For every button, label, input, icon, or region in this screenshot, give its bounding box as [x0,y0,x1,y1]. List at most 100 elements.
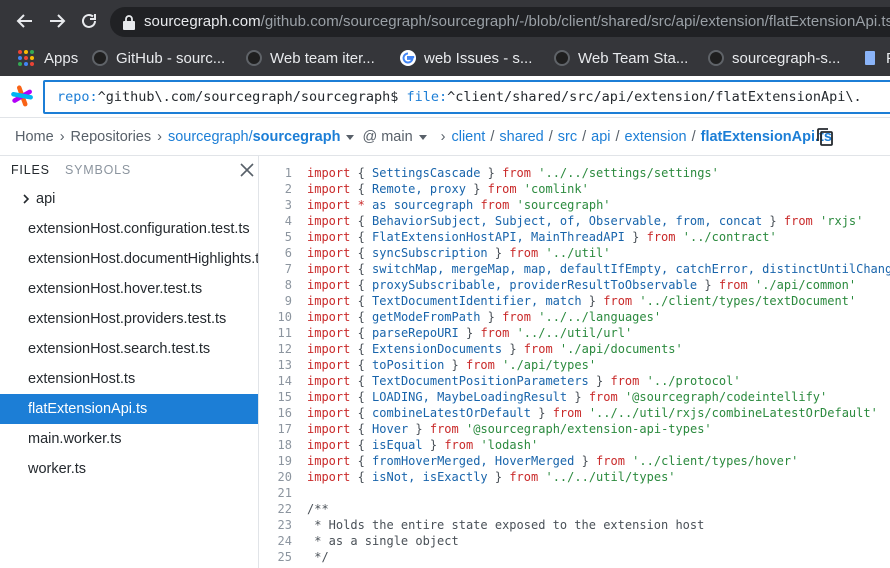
path-segment-shared[interactable]: shared [499,129,543,145]
line-number[interactable]: 13 [260,357,292,373]
sourcegraph-logo-icon[interactable] [10,84,34,108]
bookmark-p[interactable]: P [862,46,890,70]
code-token: import [307,374,351,388]
path-slash: / [582,129,587,145]
line-number[interactable]: 5 [260,229,292,245]
tree-file[interactable]: extensionHost.search.test.ts [0,334,258,364]
breadcrumb-separator-icon: › [440,129,446,145]
tree-file[interactable]: worker.ts [0,454,258,484]
code-line: 12 import { ExtensionDocuments } from './… [260,341,890,357]
repo-dropdown-caret-icon[interactable] [346,134,355,140]
line-number[interactable]: 2 [260,181,292,197]
line-number[interactable]: 8 [260,277,292,293]
back-arrow-icon[interactable] [15,11,35,31]
copy-path-icon[interactable] [816,127,834,147]
code-token: { [350,230,373,244]
code-line: 1 import { SettingsCascade } from '../../… [260,165,890,181]
line-number[interactable]: 9 [260,293,292,309]
tree-file[interactable]: extensionHost.hover.test.ts [0,274,258,304]
line-number[interactable]: 6 [260,245,292,261]
tab-files[interactable]: FILES [11,163,50,177]
tree-file[interactable]: flatExtensionApi.ts [0,394,258,424]
code-line: 7 import { switchMap, mergeMap, map, defa… [260,261,890,277]
tree-item-label: extensionHost.hover.test.ts [28,281,203,297]
line-number[interactable]: 21 [260,485,292,501]
tree-file[interactable]: main.worker.ts [0,424,258,454]
breadcrumb-file[interactable]: flatExtensionApi.ts [701,129,832,145]
path-segment-src[interactable]: src [558,129,577,145]
code-token: from [552,406,582,420]
code-token: from [502,166,532,180]
code-token: from [588,390,618,404]
line-number[interactable]: 23 [260,517,292,533]
code-text: import { FlatExtensionHostAPI, MainThrea… [307,229,777,245]
line-number[interactable]: 15 [260,389,292,405]
line-number[interactable]: 14 [260,373,292,389]
path-segment-api[interactable]: api [591,129,610,145]
code-token: } [588,374,611,388]
tree-file[interactable]: extensionHost.ts [0,364,258,394]
code-token: import [307,246,351,260]
code-token: } [422,438,445,452]
revision-dropdown-caret-icon[interactable] [418,134,427,140]
tree-file[interactable]: extensionHost.providers.test.ts [0,304,258,334]
forward-arrow-icon[interactable] [47,11,67,31]
line-number[interactable]: 3 [260,197,292,213]
code-token: { [350,246,373,260]
line-number[interactable]: 10 [260,309,292,325]
breadcrumb-repositories[interactable]: Repositories [71,129,152,145]
chevron-right-icon[interactable] [22,194,30,204]
code-line: 16 import { combineLatestOrDefault } from… [260,405,890,421]
close-icon[interactable] [240,163,254,177]
tree-file[interactable]: extensionHost.documentHighlights.test.ts [0,244,258,274]
bookmark-label: Web team iter... [270,49,375,67]
reload-icon[interactable] [79,11,99,31]
line-number[interactable]: 25 [260,549,292,565]
bookmark-web-team-sta[interactable]: Web Team Sta... [554,46,688,70]
code-token: { [350,214,373,228]
code-line: 23 * Holds the entire state exposed to t… [260,517,890,533]
code-line: 5 import { FlatExtensionHostAPI, MainThre… [260,229,890,245]
line-number[interactable]: 12 [260,341,292,357]
tree-file[interactable]: extensionHost.configuration.test.ts [0,214,258,244]
breadcrumb: Home › Repositories › sourcegraph/source… [0,118,890,156]
code-token: import [307,182,351,196]
line-number[interactable]: 19 [260,453,292,469]
bookmark-sourcegraph-s[interactable]: sourcegraph-s... [708,46,840,70]
code-text: * as a single object [307,533,459,549]
line-number[interactable]: 20 [260,469,292,485]
line-number[interactable]: 7 [260,261,292,277]
bookmark-web-issues[interactable]: web Issues - s... [400,46,532,70]
tree-folder[interactable]: api [0,184,258,214]
line-number[interactable]: 17 [260,421,292,437]
bookmark-label: Web Team Sta... [578,49,689,67]
code-token: from [646,230,676,244]
line-number[interactable]: 16 [260,405,292,421]
address-bar[interactable]: sourcegraph.com/github.com/sourcegraph/s… [110,7,890,37]
line-number[interactable]: 1 [260,165,292,181]
breadcrumb-home[interactable]: Home [15,129,54,145]
bookmark-web-team-iter[interactable]: Web team iter... [246,46,375,70]
code-token: } [762,214,784,228]
line-number[interactable]: 18 [260,437,292,453]
code-token: import [307,278,351,292]
tab-symbols[interactable]: SYMBOLS [65,163,131,177]
code-token: './api/types' [502,358,597,372]
line-number[interactable]: 11 [260,325,292,341]
line-number[interactable]: 24 [260,533,292,549]
code-token: { [350,342,373,356]
breadcrumb-repo[interactable]: sourcegraph/sourcegraph [168,129,340,145]
code-token: getModeFromPath [372,310,481,324]
tree-item-label: main.worker.ts [28,431,122,447]
revision-selector[interactable]: @ main [362,129,412,145]
code-token: proxySubscribable, providerResultToObser… [372,278,698,292]
bookmark-github-sourcegraph[interactable]: GitHub - sourc... [92,46,225,70]
path-segment-client[interactable]: client [451,129,485,145]
bookmark-apps[interactable]: Apps [18,46,78,70]
line-number[interactable]: 4 [260,213,292,229]
search-query-input[interactable]: repo:^github\.com/sourcegraph/sourcegrap… [43,80,890,114]
path-segment-extension[interactable]: extension [625,129,687,145]
line-number[interactable]: 22 [260,501,292,517]
